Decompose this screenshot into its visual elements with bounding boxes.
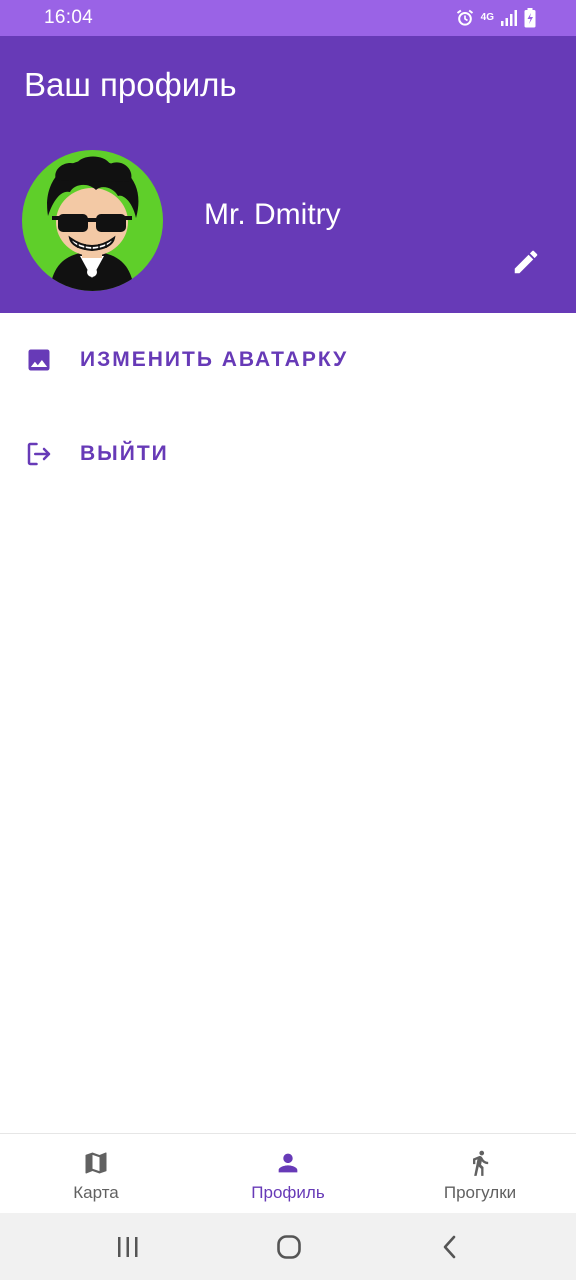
home-icon (277, 1235, 301, 1259)
page-title: Ваш профиль (24, 66, 237, 103)
logout-icon (24, 439, 54, 469)
recents-icon (118, 1237, 138, 1257)
pencil-icon (514, 250, 538, 274)
profile-header: Ваш профиль Mr. Dmitry (0, 36, 576, 313)
back-icon (443, 1235, 456, 1259)
map-icon (81, 1148, 111, 1178)
status-bar: 16:04 4G (0, 0, 576, 36)
home-button[interactable] (271, 1231, 307, 1263)
system-navigation-bar (0, 1213, 576, 1280)
edit-profile-button[interactable] (506, 242, 546, 282)
network-type: 4G (480, 12, 494, 23)
nav-label-walks: Прогулки (443, 1183, 517, 1202)
change-avatar-button[interactable]: ИЗМЕНИТЬ АВАТАРКУ (0, 328, 576, 392)
status-icons: 4G (455, 7, 536, 29)
avatar (22, 150, 163, 291)
change-avatar-label: ИЗМЕНИТЬ АВАТАРКУ (80, 348, 349, 371)
logout-label: ВЫЙТИ (80, 442, 169, 465)
avatar-image (47, 156, 139, 291)
nav-item-map[interactable]: Карта (0, 1134, 192, 1214)
nav-label-profile: Профиль (251, 1183, 325, 1202)
status-time: 16:04 (44, 7, 94, 28)
walk-icon (465, 1148, 495, 1178)
bottom-navigation: Карта Профиль Прогулки (0, 1133, 576, 1214)
recents-button[interactable] (110, 1231, 146, 1263)
back-button[interactable] (432, 1231, 468, 1263)
alarm-icon (455, 8, 475, 28)
nav-item-profile[interactable]: Профиль (192, 1134, 384, 1214)
logout-button[interactable]: ВЫЙТИ (0, 422, 576, 486)
nav-label-map: Карта (73, 1183, 119, 1202)
profile-name: Mr. Dmitry (204, 198, 341, 231)
signal-icon (500, 9, 518, 27)
nav-item-walks[interactable]: Прогулки (384, 1134, 576, 1214)
person-icon (273, 1148, 303, 1178)
battery-charging-icon (524, 8, 536, 28)
image-icon (24, 345, 54, 375)
